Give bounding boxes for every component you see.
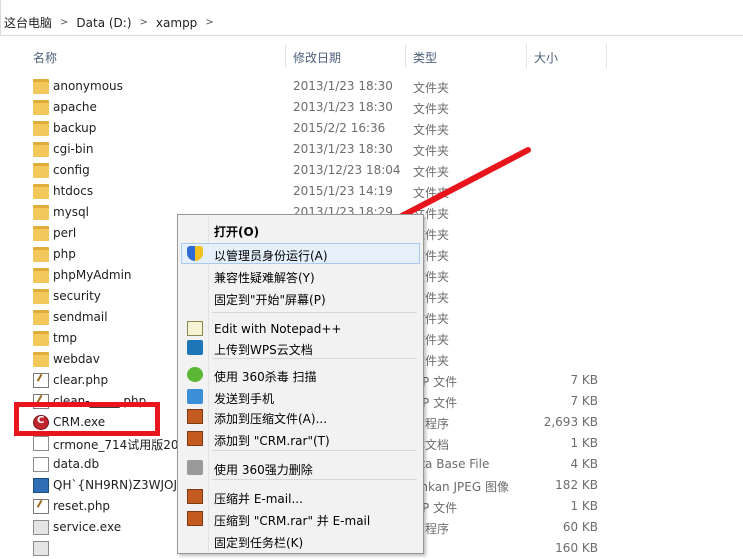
context-menu-item[interactable]: 使用 360杀毒 扫描: [181, 364, 420, 385]
context-menu-item-label: 添加到压缩文件(A)...: [214, 412, 328, 426]
context-menu-item[interactable]: 固定到"开始"屏幕(P): [181, 287, 420, 308]
context-menu-item-label: 兼容性疑难解答(Y): [214, 271, 315, 285]
context-menu-item-label: 固定到任务栏(K): [214, 536, 304, 550]
context-menu-item[interactable]: 兼容性疑难解答(Y): [181, 265, 420, 286]
context-menu-item[interactable]: 上传到WPS云文档: [181, 337, 420, 358]
context-menu-item-label: 固定到"开始"屏幕(P): [214, 293, 326, 307]
context-menu-item-label: 使用 360杀毒 扫描: [214, 370, 317, 384]
context-menu-item[interactable]: 使用 360强力删除: [181, 457, 420, 478]
context-menu-item-label: 压缩到 "CRM.rar" 并 E-mail: [214, 514, 371, 528]
context-menu-item[interactable]: 添加到 "CRM.rar"(T): [181, 428, 420, 449]
context-menu-item[interactable]: Edit with Notepad++: [181, 318, 420, 339]
context-menu-separator: [212, 479, 417, 480]
shredder-icon: [187, 460, 203, 475]
context-menu-item-label: 压缩并 E-mail...: [214, 492, 303, 506]
context-menu-separator: [212, 312, 417, 313]
context-menu-item[interactable]: 发送到手机: [181, 386, 420, 407]
context-menu-separator: [212, 358, 417, 359]
context-menu-item-label: 以管理员身份运行(A): [214, 249, 328, 263]
context-menu-item[interactable]: 添加到压缩文件(A)...: [181, 406, 420, 427]
context-menu-separator: [212, 450, 417, 451]
winrar-icon: [187, 511, 203, 526]
winrar-icon: [187, 409, 203, 424]
wps-cloud-icon: [187, 340, 203, 355]
context-menu-item-label: 添加到 "CRM.rar"(T): [214, 434, 330, 448]
context-menu-item-label: 使用 360强力删除: [214, 463, 313, 477]
winrar-icon: [187, 431, 203, 446]
context-menu-item[interactable]: 以管理员身份运行(A): [181, 243, 420, 264]
context-menu-item-label: 上传到WPS云文档: [214, 343, 313, 357]
notepad-plus-icon: [187, 321, 203, 336]
context-menu-item-label: Edit with Notepad++: [214, 322, 342, 336]
context-menu-item-label: 发送到手机: [214, 392, 275, 406]
winrar-icon: [187, 489, 203, 504]
context-menu-item[interactable]: 压缩并 E-mail...: [181, 486, 420, 507]
context-menu-item[interactable]: 固定到任务栏(K): [181, 530, 420, 551]
360-antivirus-icon: [187, 367, 203, 382]
context-menu-item[interactable]: 压缩到 "CRM.rar" 并 E-mail: [181, 508, 420, 529]
context-menu-item[interactable]: 打开(O): [181, 219, 420, 240]
context-menu: 打开(O) 以管理员身份运行(A) 兼容性疑难解答(Y) 固定到"开始"屏幕(P) Ed…: [177, 214, 424, 554]
uac-shield-icon: [187, 246, 203, 261]
context-menu-item-label: 打开(O): [214, 225, 260, 239]
send-to-phone-icon: [187, 389, 203, 404]
